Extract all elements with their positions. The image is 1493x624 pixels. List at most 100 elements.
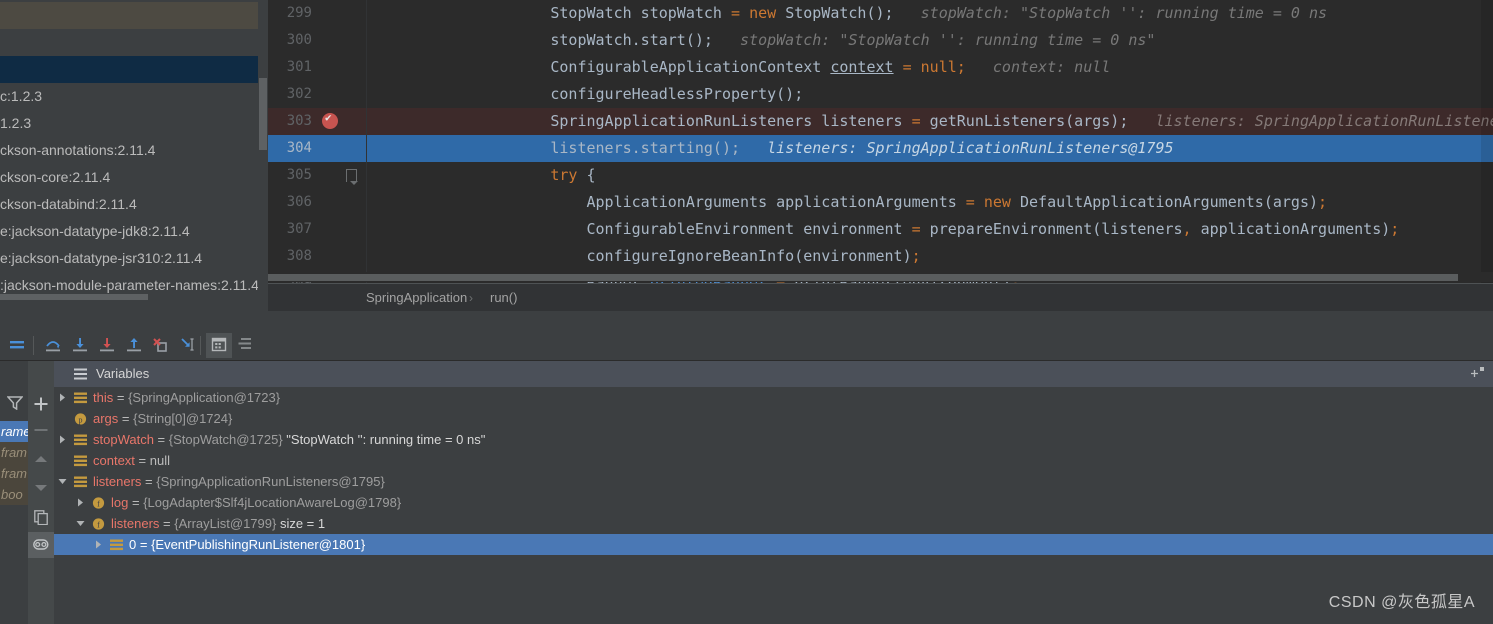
frames-panel[interactable]: rame fram fram boo [0,361,31,624]
frame-list-item[interactable]: fram [0,442,28,463]
debugger-panel: rame fram fram boo Variables this = {Spr… [0,361,1493,624]
breadcrumb-class[interactable]: SpringApplication [366,284,467,312]
variable-equals: = [153,432,169,447]
breakpoint-icon[interactable] [322,110,338,129]
dependency-list-item[interactable]: e:jackson-datatype-jsr310:2.11.4 [0,245,261,272]
code-text: SpringApplicationRunListeners listeners … [550,112,1493,130]
dependency-list-item[interactable] [0,2,261,29]
variable-row[interactable]: p args = {String[0]@1724} [54,408,1493,429]
code-line[interactable]: 306 ApplicationArguments applicationArgu… [268,189,1493,216]
add-watch-button[interactable] [28,391,54,417]
code-line[interactable]: 303 SpringApplicationRunListeners listen… [268,108,1493,135]
code-line[interactable]: 305 try { [268,162,1493,189]
drop-frame-button[interactable] [148,333,174,358]
run-to-cursor-button[interactable] [175,333,201,358]
inspect-button[interactable] [28,532,54,558]
variables-tree[interactable]: this = {SpringApplication@1723} p args = {… [54,387,1493,624]
dependency-list-item[interactable]: ckson-databind:2.11.4 [0,191,261,218]
dependency-list-item[interactable]: ckson-annotations:2.11.4 [0,137,261,164]
variable-row[interactable]: stopWatch = {StopWatch@1725} "StopWatch … [54,429,1493,450]
frame-list-item[interactable]: boo [0,484,28,505]
line-number: 306 [286,194,312,210]
step-over-button[interactable] [40,333,66,358]
code-line[interactable]: 300 stopWatch.start(); stopWatch: "StopW… [268,27,1493,54]
variable-name: context [93,453,135,468]
copy-value-button[interactable] [28,504,54,530]
variable-row[interactable]: f log = {LogAdapter$Slf4jLocationAwareLog… [54,492,1493,513]
dependency-list-item[interactable]: ckson-core:2.11.4 [0,164,261,191]
code-line[interactable]: 308 configureIgnoreBeanInfo(environment)… [268,243,1493,270]
variable-value: {EventPublishingRunListener@1801} [151,537,366,552]
step-out-button[interactable] [121,333,147,358]
variable-equals: = [159,516,175,531]
variable-equals: = [141,474,157,489]
code-text: try { [550,166,596,184]
settings-list-button[interactable] [232,333,258,358]
code-text: configureIgnoreBeanInfo(environment); [586,247,921,265]
variable-row[interactable]: 0 = {EventPublishingRunListener@1801} [54,534,1493,555]
editor-vertical-scrollbar[interactable] [1481,0,1493,283]
dependency-list-item[interactable]: c:1.2.3 [0,83,261,110]
dependency-list-item[interactable]: e:jackson-datatype-jdk8:2.11.4 [0,218,261,245]
svg-text:f: f [97,499,100,508]
code-line[interactable]: 302 configureHeadlessProperty(); [268,81,1493,108]
variable-field-icon [74,476,87,488]
line-number: 308 [286,248,312,264]
force-step-into-icon [100,338,114,352]
filter-button[interactable] [0,389,28,417]
variable-row[interactable]: context = null [54,450,1493,471]
code-line[interactable]: 301 ConfigurableApplicationContext conte… [268,54,1493,81]
frame-list-item[interactable]: fram [0,463,28,484]
step-into-button[interactable] [67,333,93,358]
tree-expand-arrow-icon[interactable] [58,393,67,402]
tree-expand-arrow-icon[interactable] [76,498,85,507]
tree-collapse-arrow-icon[interactable] [76,519,85,528]
force-step-into-button[interactable] [94,333,120,358]
remove-watch-button[interactable] [28,417,54,443]
code-text: StopWatch stopWatch = new StopWatch(); s… [550,4,1328,22]
panel-splitter[interactable] [0,311,1493,330]
code-text: ApplicationArguments applicationArgument… [586,193,1328,211]
dependency-list-item[interactable]: 1.2.3 [0,110,261,137]
move-up-button[interactable] [28,447,54,473]
variable-text: listeners = {SpringApplicationRunListene… [93,471,385,492]
code-line[interactable]: 299 StopWatch stopWatch = new StopWatch(… [268,0,1493,27]
tree-collapse-arrow-icon[interactable] [58,477,67,486]
chevron-up-icon [35,456,47,462]
evaluate-expression-button[interactable] [206,333,232,358]
move-down-button[interactable] [28,475,54,501]
variable-row[interactable]: listeners = {SpringApplicationRunListene… [54,471,1493,492]
variable-extra: "StopWatch '': running time = 0 ns" [282,432,486,447]
breadcrumb-separator: › [469,291,473,305]
frame-list-item[interactable]: rame [0,421,31,442]
dependency-list-item[interactable] [0,56,261,83]
popup-horizontal-scrollbar[interactable] [0,293,268,301]
show-execution-point-button[interactable] [4,333,30,358]
editor-horizontal-scrollbar[interactable] [268,272,1493,282]
tree-expand-arrow-icon[interactable] [58,435,67,444]
binoculars-icon [33,539,49,550]
intellij-debugger-window: 299 StopWatch stopWatch = new StopWatch(… [0,0,1493,624]
gutter-band [320,54,355,81]
code-editor[interactable]: 299 StopWatch stopWatch = new StopWatch(… [268,0,1493,283]
code-text: ConfigurableEnvironment environment = pr… [586,220,1400,238]
code-line[interactable]: 307 ConfigurableEnvironment environment … [268,216,1493,243]
line-number: 307 [286,221,312,237]
tree-expand-arrow-icon[interactable] [94,540,103,549]
popup-scrollbar-thumb[interactable] [259,78,267,150]
variable-name: args [93,411,119,426]
line-number: 299 [286,5,312,21]
code-fold-icon[interactable] [346,169,358,185]
step-into-icon [73,338,87,352]
code-text: ConfigurableApplicationContext context =… [550,58,1111,76]
code-text: stopWatch.start(); stopWatch: "StopWatch… [550,31,1156,49]
breadcrumb-method[interactable]: run() [490,284,517,312]
variable-text: 0 = {EventPublishingRunListener@1801} [129,534,365,555]
expand-pane-icon[interactable] [1470,367,1485,380]
variable-row[interactable]: f listeners = {ArrayList@1799} size = 1 [54,513,1493,534]
dependency-list-item[interactable] [0,29,261,56]
code-line[interactable]: 304 listeners.starting(); listeners: Spr… [268,135,1493,162]
dependency-popup-list[interactable]: c:1.2.3 1.2.3 ckson-annotations:2.11.4 ckso… [0,0,268,311]
gutter-band [320,27,355,54]
variable-row[interactable]: this = {SpringApplication@1723} [54,387,1493,408]
